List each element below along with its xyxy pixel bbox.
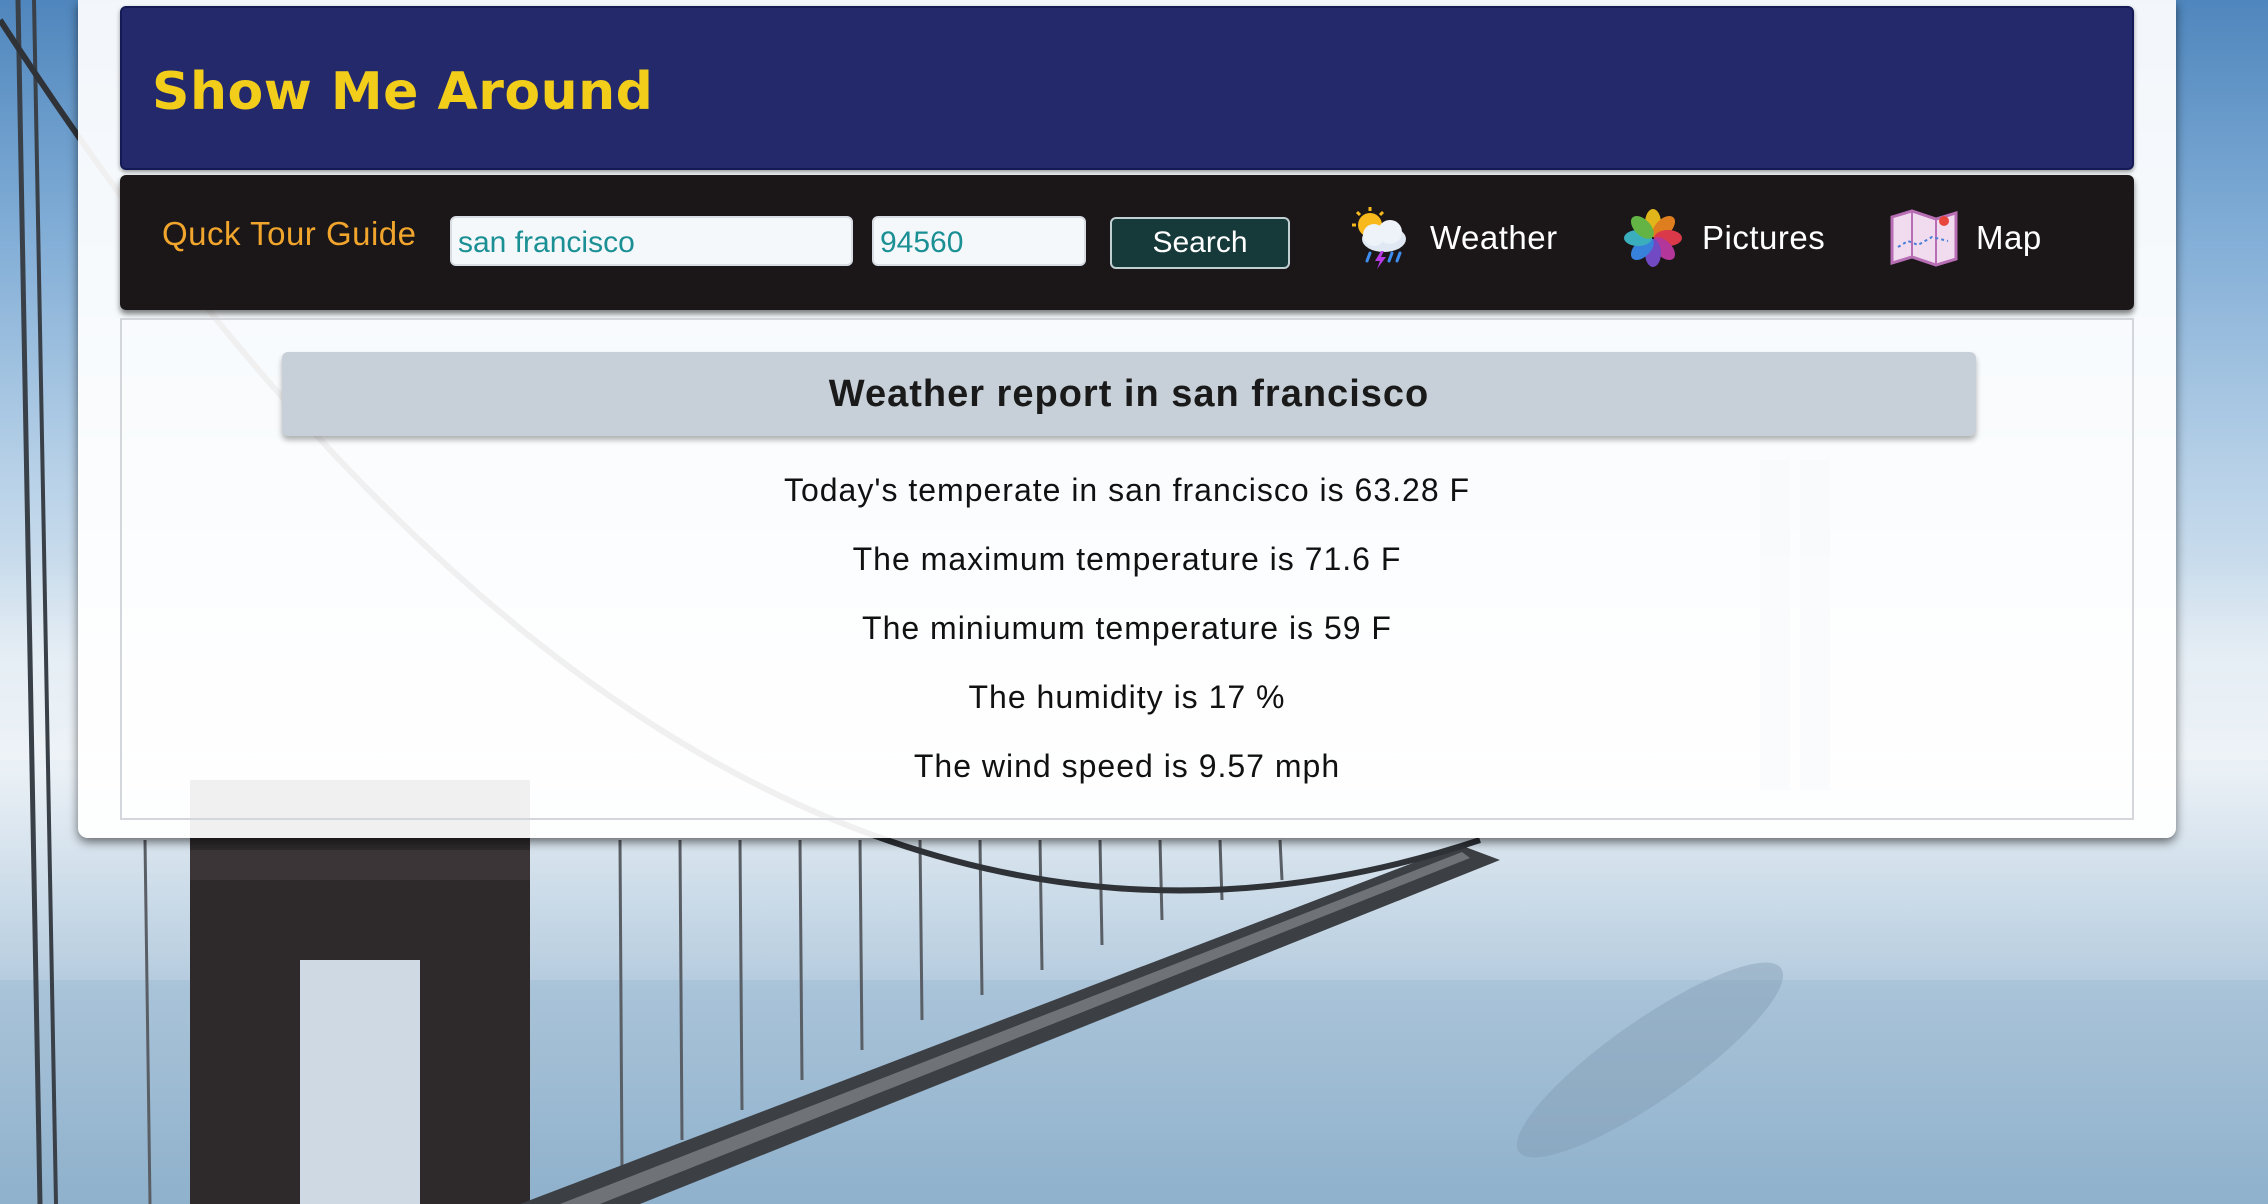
report-title: Weather report in san francisco [828, 372, 1430, 415]
main-panel: Show Me Around Quck Tour Guide Search [78, 0, 2176, 838]
map-icon [1890, 209, 1958, 267]
wind-speed-text: The wind speed is 9.57 mph [913, 748, 1341, 784]
report-header: Weather report in san francisco [282, 352, 1976, 436]
site-title: Show Me Around [152, 62, 654, 122]
site-header: Show Me Around [120, 6, 2134, 170]
city-input[interactable] [450, 216, 853, 266]
weather-icon [1352, 207, 1406, 269]
nav-weather-link[interactable]: Weather [1348, 203, 1558, 273]
weather-content: Weather report in san francisco Today's … [120, 318, 2134, 820]
nav-pictures-link[interactable]: Pictures [1620, 203, 1825, 273]
nav-map-link[interactable]: Map [1888, 203, 2042, 273]
nav-pictures-label: Pictures [1702, 219, 1826, 256]
zip-input[interactable] [872, 216, 1086, 266]
brand-label: Quck Tour Guide [162, 215, 417, 252]
search-button[interactable]: Search [1110, 217, 1290, 269]
humidity-text: The humidity is 17 % [968, 679, 1286, 715]
nav-map-label: Map [1976, 219, 2042, 256]
current-temperature-text: Today's temperate in san francisco is 63… [783, 472, 1471, 508]
page: Show Me Around Quck Tour Guide Search [0, 0, 2268, 1204]
photos-icon [1624, 209, 1682, 267]
min-temperature-text: The miniumum temperature is 59 F [862, 610, 1392, 646]
max-temperature-text: The maximum temperature is 71.6 F [852, 541, 1402, 577]
nav-weather-label: Weather [1430, 219, 1558, 256]
navbar: Quck Tour Guide Search [120, 175, 2134, 310]
